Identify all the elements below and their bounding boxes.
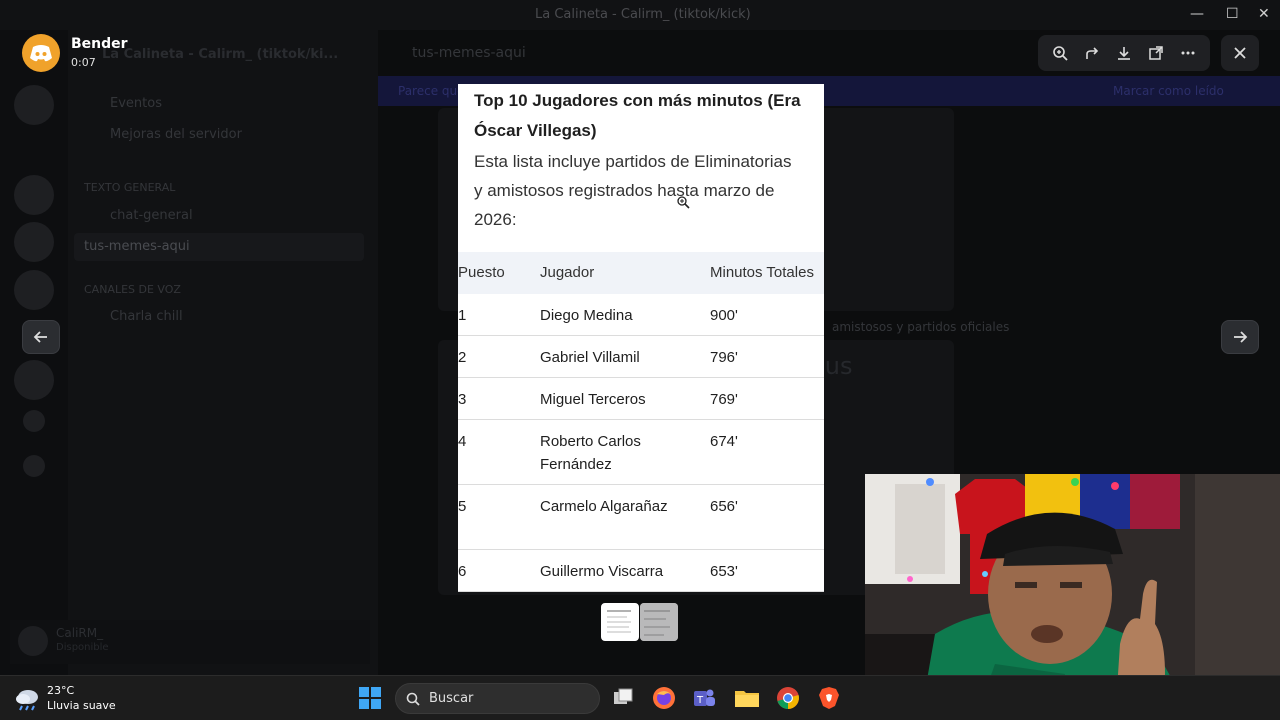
taskbar: 23°C Lluvia suave Buscar T [0, 675, 1280, 720]
task-view-icon[interactable] [611, 686, 637, 712]
doc-intro: Esta lista incluye partidos de Eliminato… [474, 152, 792, 229]
minutes-cell: 796' [710, 349, 738, 366]
next-image-button[interactable] [1221, 320, 1259, 354]
server-icon[interactable] [14, 222, 54, 262]
rank-cell: 6 [458, 563, 467, 580]
upload-time: 0:07 [71, 56, 96, 69]
weather-icon[interactable] [14, 687, 42, 715]
server-icon[interactable] [14, 175, 54, 215]
channel-header: tus-memes-aqui [412, 45, 526, 61]
server-icon[interactable] [14, 360, 54, 400]
channel-chat-general[interactable]: chat-general [110, 208, 193, 223]
minutes-cell: 653' [710, 563, 738, 580]
minimize-icon[interactable]: — [1190, 6, 1204, 22]
thumbnail[interactable] [640, 603, 678, 641]
player-cell: Carmelo Algarañaz [540, 498, 668, 515]
col-minutos: Minutos Totales [710, 264, 814, 281]
arrow-left-icon [33, 331, 47, 343]
table-row: 4 Roberto Carlos Fernández 674' [458, 420, 824, 485]
zoom-in-icon[interactable] [1045, 38, 1075, 68]
table-row: 3 Miguel Terceros 769' [458, 378, 824, 420]
rank-cell: 5 [458, 498, 467, 515]
player-cell: Roberto Carlos Fernández [540, 433, 641, 473]
avatar[interactable] [18, 626, 48, 656]
player-cell: Diego Medina [540, 307, 633, 324]
window-title: La Calineta - Calirm_ (tiktok/kick) [535, 7, 751, 22]
search-placeholder: Buscar [429, 691, 474, 706]
mark-read-link[interactable]: Marcar como leído [1113, 84, 1224, 98]
player-cell: Gabriel Villamil [540, 349, 640, 366]
user-panel: CaliRM_ Disponible [10, 620, 370, 664]
file-explorer-icon[interactable] [734, 686, 760, 712]
taskbar-search-input[interactable]: Buscar [395, 683, 600, 714]
rank-cell: 2 [458, 349, 467, 366]
forward-icon[interactable] [1077, 38, 1107, 68]
doc-title: Top 10 Jugadores con más minutos (Era Ós… [474, 91, 801, 140]
arrow-right-icon [1234, 331, 1248, 343]
image-preview[interactable]: Top 10 Jugadores con más minutos (Era Ós… [458, 84, 824, 592]
uploader-name: Bender [71, 36, 128, 52]
minutes-cell: 656' [710, 498, 738, 515]
open-external-icon[interactable] [1141, 38, 1171, 68]
screen: La Calineta - Calirm_ (tiktok/kick) — ☐ … [0, 0, 1280, 720]
channel-list: La Calineta - Calirm_ (tiktok/ki... Even… [68, 30, 378, 675]
rank-cell: 1 [458, 307, 467, 324]
ranking-table: Puesto Jugador Minutos Totales 1 Diego M… [458, 252, 824, 592]
window-titlebar: La Calineta - Calirm_ (tiktok/kick) — ☐ … [0, 0, 1280, 30]
category-text[interactable]: TEXTO GENERAL [84, 181, 175, 194]
player-cell: Guillermo Viscarra [540, 563, 664, 580]
channel-tus-memes-aqui[interactable]: tus-memes-aqui [74, 233, 364, 261]
col-jugador: Jugador [540, 264, 595, 281]
channel-events[interactable]: Eventos [110, 96, 162, 111]
weather-temperature[interactable]: 23°C [47, 684, 74, 697]
table-row: 1 Diego Medina 900' [458, 294, 824, 336]
channel-boosts[interactable]: Mejoras del servidor [110, 127, 242, 142]
close-icon[interactable] [1221, 35, 1259, 71]
search-icon [406, 692, 420, 706]
server-icon[interactable] [14, 270, 54, 310]
table-row: 2 Gabriel Villamil 796' [458, 336, 824, 378]
download-icon[interactable] [1109, 38, 1139, 68]
minutes-cell: 674' [710, 433, 738, 450]
table-row: 6 Guillermo Viscarra 653' [458, 550, 824, 592]
firefox-icon[interactable] [652, 686, 678, 712]
server-name[interactable]: La Calineta - Calirm_ (tiktok/ki... [102, 47, 338, 62]
maximize-icon[interactable]: ☐ [1226, 6, 1239, 22]
windows-start-icon[interactable] [358, 686, 384, 712]
category-voice[interactable]: CANALES DE VOZ [84, 283, 181, 296]
player-cell: Miguel Terceros [540, 391, 646, 408]
explore-icon[interactable] [23, 455, 45, 477]
minutes-cell: 900' [710, 307, 738, 324]
add-server-icon[interactable] [23, 410, 45, 432]
user-panel-status: Disponible [56, 642, 109, 653]
more-icon[interactable] [1173, 38, 1203, 68]
embed-caption: amistosos y partidos oficiales [832, 320, 1010, 334]
chrome-icon[interactable] [776, 686, 802, 712]
minutes-cell: 769' [710, 391, 738, 408]
previous-image-button[interactable] [22, 320, 60, 354]
server-icon[interactable] [14, 85, 54, 125]
rank-cell: 3 [458, 391, 467, 408]
user-panel-name: CaliRM_ [56, 626, 104, 640]
media-toolbar [1038, 35, 1210, 71]
rank-cell: 4 [458, 433, 467, 450]
brave-icon[interactable] [817, 686, 843, 712]
window-close-icon[interactable]: ✕ [1258, 6, 1270, 22]
table-row: 5 Carmelo Algarañaz 656' [458, 485, 824, 550]
col-puesto: Puesto [458, 264, 505, 281]
thumbnail-selected[interactable] [601, 603, 639, 641]
svg-text:T: T [696, 695, 704, 706]
table-header: Puesto Jugador Minutos Totales [458, 252, 824, 294]
channel-charla-chill[interactable]: Charla chill [110, 309, 183, 324]
discord-logo-icon [22, 34, 60, 72]
zoom-cursor-icon [676, 194, 690, 213]
weather-description[interactable]: Lluvia suave [47, 699, 116, 712]
teams-icon[interactable]: T [692, 686, 718, 712]
